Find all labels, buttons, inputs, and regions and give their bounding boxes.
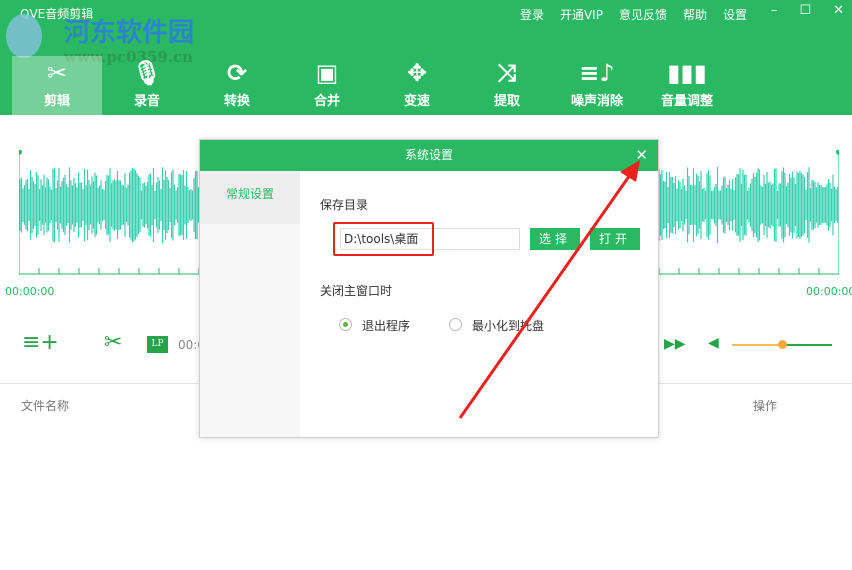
radio-exit-label[interactable]: 退出程序 (362, 317, 410, 334)
watermark-logo-icon (6, 14, 42, 58)
maximize-button[interactable]: ☐ (799, 3, 811, 18)
start-time: 00:00:00 (5, 285, 55, 298)
tool-convert[interactable]: ⟳ 转换 (192, 56, 282, 115)
watermark-name: 河东软件园 (64, 18, 195, 48)
close-behavior-label: 关闭主窗口时 (320, 284, 393, 298)
merge-icon: ▣ (315, 59, 339, 87)
dialog-sidebar: 常规设置 (200, 171, 300, 437)
speaker-icon[interactable]: ◀ (708, 335, 719, 351)
sidebar-item-general[interactable]: 常规设置 (200, 171, 300, 224)
tool-speed[interactable]: ✥ 变速 (372, 56, 462, 115)
tool-label: 合并 (313, 94, 340, 109)
feedback-link[interactable]: 意见反馈 (619, 6, 667, 23)
tool-label: 剪辑 (43, 94, 70, 109)
end-time: 00:00:00 (806, 285, 852, 298)
volume-knob[interactable] (778, 340, 787, 349)
tool-label: 转换 (223, 94, 250, 109)
tool-label: 噪声消除 (570, 94, 623, 109)
tool-volume[interactable]: ▮▮▮ 音量调整 (642, 56, 732, 115)
tool-label: 提取 (493, 94, 520, 109)
tool-merge[interactable]: ▣ 合并 (282, 56, 372, 115)
volume-slider[interactable] (732, 340, 832, 349)
scissors-icon[interactable]: ✂ (104, 330, 122, 355)
vip-link[interactable]: 开通VIP (560, 6, 603, 23)
noise-icon: ≡♪ (579, 59, 615, 87)
scissors-icon: ✂ (46, 59, 68, 87)
lp-button[interactable]: LP (147, 336, 168, 353)
refresh-icon: ⟳ (226, 59, 248, 87)
dialog-close-button[interactable]: ✕ (635, 140, 648, 171)
settings-dialog: 系统设置 ✕ 常规设置 保存目录 D:\tools\桌面 选择 打开 关闭主窗口… (199, 139, 659, 438)
speed-icon: ✥ (406, 59, 428, 87)
column-action: 操作 (753, 399, 778, 413)
volume-bars-icon: ▮▮▮ (667, 59, 707, 87)
choose-button[interactable]: 选择 (530, 228, 580, 250)
end-handle (836, 150, 839, 155)
open-button[interactable]: 打开 (590, 228, 640, 250)
radio-minimize[interactable] (449, 318, 462, 331)
tool-record[interactable]: 🎙 录音 (102, 56, 192, 115)
save-dir-label: 保存目录 (320, 198, 369, 212)
dialog-title: 系统设置 (404, 148, 453, 162)
settings-link[interactable]: 设置 (723, 6, 747, 23)
tool-extract[interactable]: ⤨ 提取 (462, 56, 552, 115)
start-handle (19, 150, 22, 155)
tool-label: 变速 (403, 94, 430, 109)
column-file-name: 文件名称 (21, 399, 70, 413)
radio-minimize-label[interactable]: 最小化到托盘 (472, 317, 544, 334)
shuffle-icon: ⤨ (497, 59, 517, 87)
annotation-box (333, 222, 434, 256)
microphone-icon: 🎙 (131, 59, 163, 87)
login-link[interactable]: 登录 (520, 6, 544, 23)
tool-label: 音量调整 (660, 94, 713, 109)
close-window-button[interactable]: ✕ (833, 3, 844, 18)
header-bar: QVE音频剪辑 河东软件园 www.pc0359.cn 登录 开通VIP 意见反… (0, 0, 852, 115)
fast-forward-icon[interactable]: ▶▶ (664, 336, 686, 352)
help-link[interactable]: 帮助 (683, 6, 707, 23)
tool-denoise[interactable]: ≡♪ 噪声消除 (552, 56, 642, 115)
add-list-icon[interactable]: ≡+ (22, 330, 59, 355)
tool-label: 录音 (133, 94, 160, 109)
radio-exit[interactable] (339, 318, 352, 331)
minimize-button[interactable]: – (771, 3, 778, 18)
tool-cut[interactable]: ✂ 剪辑 (12, 56, 102, 115)
dialog-header: 系统设置 ✕ (200, 140, 658, 171)
